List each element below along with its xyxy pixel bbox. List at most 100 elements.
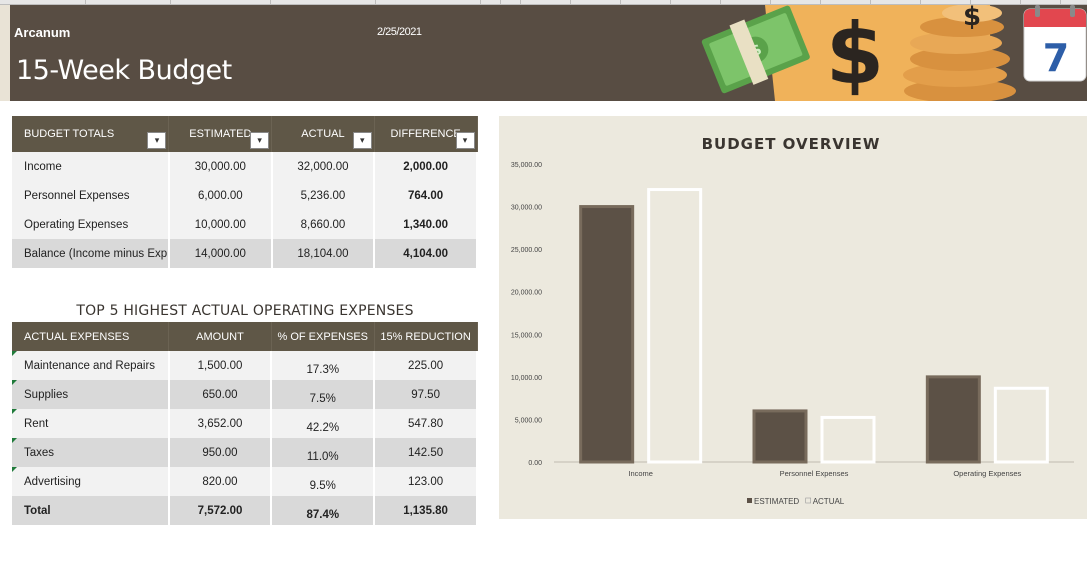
x-tick-label: Personnel Expenses — [780, 469, 849, 478]
col-difference[interactable]: DIFFERENCE ▾ — [374, 116, 478, 152]
legend-swatch — [747, 498, 752, 503]
banner-edge — [0, 5, 10, 101]
reduction-cell[interactable]: 97.50 — [374, 380, 478, 409]
money-illustration: $ $ $ 7 — [701, 5, 1087, 101]
actual-cell[interactable]: 5,236.00 — [271, 181, 376, 210]
table-row: Rent 3,652.00 42.2% 547.80 — [12, 409, 478, 438]
y-tick-label: 30,000.00 — [511, 205, 542, 212]
bars — [579, 188, 1049, 464]
report-date[interactable]: 2/25/2021 — [377, 26, 422, 38]
table-header-row: BUDGET TOTALS ▾ ESTIMATED ▾ ACTUAL ▾ DIF… — [12, 116, 478, 152]
table-row: Supplies 650.00 7.5% 97.50 — [12, 380, 478, 409]
pct-cell[interactable]: 42.2% — [271, 409, 376, 438]
dollar-sign-icon: $ — [826, 5, 884, 101]
difference-cell[interactable]: 4,104.00 — [374, 239, 478, 268]
expense-label[interactable]: Maintenance and Repairs — [12, 351, 170, 380]
y-tick-label: 10,000.00 — [511, 375, 542, 382]
y-tick-label: 15,000.00 — [511, 332, 542, 339]
pct-cell[interactable]: 11.0% — [271, 438, 376, 467]
total-label[interactable]: Total — [12, 496, 170, 525]
chart-legend: ESTIMATED ACTUAL — [747, 497, 845, 506]
filter-dropdown-icon[interactable]: ▾ — [147, 132, 167, 149]
col-actual-expenses[interactable]: ACTUAL EXPENSES — [12, 322, 170, 351]
x-tick-label: Income — [628, 469, 653, 478]
row-label[interactable]: Balance (Income minus Exp — [12, 239, 170, 268]
error-indicator-icon — [12, 409, 17, 414]
filter-dropdown-icon[interactable]: ▾ — [352, 132, 372, 149]
filter-dropdown-icon[interactable]: ▾ — [250, 132, 270, 149]
bar-estimated[interactable] — [579, 205, 635, 464]
amount-cell[interactable]: 650.00 — [168, 380, 273, 409]
bar-estimated[interactable] — [752, 409, 808, 464]
error-indicator-icon — [12, 467, 17, 472]
amount-cell[interactable]: 3,652.00 — [168, 409, 273, 438]
calendar-icon: 7 — [1023, 5, 1087, 82]
table-row: Advertising 820.00 9.5% 123.00 — [12, 467, 478, 496]
chart-svg: BUDGET OVERVIEW 0.00 5,000.00 10,000.00 15,… — [511, 135, 1074, 506]
error-indicator-icon — [12, 438, 17, 443]
table-header-row: ACTUAL EXPENSES AMOUNT % OF EXPENSES 15%… — [12, 322, 478, 351]
error-indicator-icon — [12, 351, 17, 356]
row-label[interactable]: Personnel Expenses — [12, 181, 170, 210]
difference-cell[interactable]: 2,000.00 — [374, 152, 478, 181]
filter-dropdown-icon[interactable]: ▾ — [455, 132, 475, 149]
svg-text:$: $ — [963, 5, 981, 32]
reduction-cell[interactable]: 123.00 — [374, 467, 478, 496]
legend-swatch — [805, 497, 812, 504]
table-row: Income 30,000.00 32,000.00 2,000.00 — [12, 152, 478, 181]
pct-cell[interactable]: 7.5% — [271, 380, 376, 409]
budget-overview-chart[interactable]: BUDGET OVERVIEW 0.00 5,000.00 10,000.00 15,… — [499, 116, 1087, 519]
col-estimated[interactable]: ESTIMATED ▾ — [168, 116, 273, 152]
actual-cell[interactable]: 8,660.00 — [271, 210, 376, 239]
y-tick-label: 20,000.00 — [511, 290, 542, 297]
row-label[interactable]: Income — [12, 152, 170, 181]
svg-text:7: 7 — [1043, 36, 1069, 80]
reduction-cell[interactable]: 142.50 — [374, 438, 478, 467]
actual-cell[interactable]: 32,000.00 — [271, 152, 376, 181]
y-tick-label: 35,000.00 — [511, 162, 542, 169]
budget-totals-table: BUDGET TOTALS ▾ ESTIMATED ▾ ACTUAL ▾ DIF… — [12, 116, 478, 268]
bar-actual[interactable] — [647, 188, 703, 464]
reduction-cell[interactable]: 225.00 — [374, 351, 478, 380]
table-row: Maintenance and Repairs 1,500.00 17.3% 2… — [12, 351, 478, 380]
total-amount[interactable]: 7,572.00 — [168, 496, 273, 525]
bar-actual[interactable] — [820, 415, 876, 464]
total-pct[interactable]: 87.4% — [271, 496, 376, 525]
col-pct-expenses[interactable]: % OF EXPENSES — [271, 322, 375, 351]
col-budget-totals[interactable]: BUDGET TOTALS ▾ — [12, 116, 170, 152]
pct-cell[interactable]: 9.5% — [271, 467, 376, 496]
amount-cell[interactable]: 820.00 — [168, 467, 273, 496]
row-label[interactable]: Operating Expenses — [12, 210, 170, 239]
y-tick-label: 25,000.00 — [511, 247, 542, 254]
estimated-cell[interactable]: 30,000.00 — [168, 152, 273, 181]
top5-expenses-table: ACTUAL EXPENSES AMOUNT % OF EXPENSES 15%… — [12, 322, 478, 525]
pct-cell[interactable]: 17.3% — [271, 351, 376, 380]
estimated-cell[interactable]: 14,000.00 — [168, 239, 273, 268]
col-reduction[interactable]: 15% REDUCTION — [374, 322, 478, 351]
col-amount[interactable]: AMOUNT — [168, 322, 272, 351]
top5-title[interactable]: TOP 5 HIGHEST ACTUAL OPERATING EXPENSES — [12, 303, 478, 319]
estimated-cell[interactable]: 10,000.00 — [168, 210, 273, 239]
header-banner: Arcanum 2/25/2021 15-Week Budget $ $ $ — [10, 5, 1087, 101]
reduction-cell[interactable]: 547.80 — [374, 409, 478, 438]
amount-cell[interactable]: 1,500.00 — [168, 351, 273, 380]
table-row: Personnel Expenses 6,000.00 5,236.00 764… — [12, 181, 478, 210]
y-tick-label: 5,000.00 — [515, 417, 542, 424]
expense-label[interactable]: Advertising — [12, 467, 170, 496]
expense-label[interactable]: Rent — [12, 409, 170, 438]
table-row: Taxes 950.00 11.0% 142.50 — [12, 438, 478, 467]
estimated-cell[interactable]: 6,000.00 — [168, 181, 273, 210]
company-name[interactable]: Arcanum — [14, 25, 70, 40]
bar-estimated[interactable] — [925, 375, 981, 464]
amount-cell[interactable]: 950.00 — [168, 438, 273, 467]
difference-cell[interactable]: 1,340.00 — [374, 210, 478, 239]
bar-actual[interactable] — [993, 386, 1049, 464]
total-reduction[interactable]: 1,135.80 — [374, 496, 478, 525]
expense-label[interactable]: Taxes — [12, 438, 170, 467]
col-actual[interactable]: ACTUAL ▾ — [271, 116, 375, 152]
actual-cell[interactable]: 18,104.00 — [271, 239, 376, 268]
expense-label[interactable]: Supplies — [12, 380, 170, 409]
difference-cell[interactable]: 764.00 — [374, 181, 478, 210]
page-title[interactable]: 15-Week Budget — [16, 55, 232, 86]
y-tick-label: 0.00 — [528, 460, 542, 467]
